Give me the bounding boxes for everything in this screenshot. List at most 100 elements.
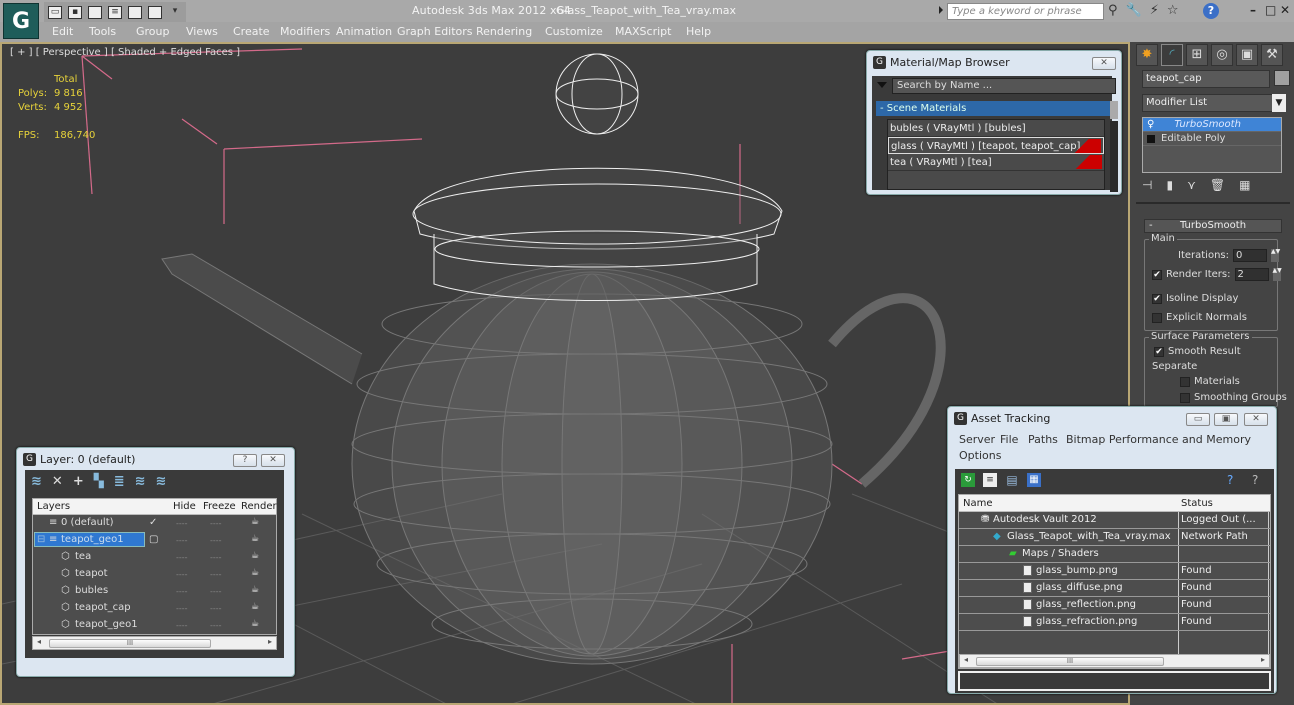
modify-tab-icon[interactable]: ◜ xyxy=(1161,44,1183,66)
save-icon[interactable]: ▪ xyxy=(68,5,82,19)
column-header-render[interactable]: Render xyxy=(241,501,277,512)
isoline-display-checkbox[interactable]: ✔ xyxy=(1152,293,1162,304)
delete-layer-icon[interactable]: ✕ xyxy=(52,474,63,489)
freeze-toggle[interactable]: ---- xyxy=(210,587,222,596)
select-objects-icon[interactable]: ▚ xyxy=(94,474,104,489)
scroll-right-icon[interactable]: ▸ xyxy=(268,637,272,646)
hide-toggle[interactable]: ---- xyxy=(176,570,188,579)
motion-tab-icon[interactable]: ◎ xyxy=(1211,44,1233,66)
minimize-button[interactable]: ▭ xyxy=(1186,413,1210,426)
render-teapot-icon[interactable]: ☕ xyxy=(251,585,259,595)
wrench-icon[interactable]: 🔧 xyxy=(1126,3,1142,18)
close-button[interactable]: ✕ xyxy=(1092,57,1116,70)
close-button[interactable]: ✕ xyxy=(1280,3,1290,17)
menu-file[interactable]: File xyxy=(1000,433,1018,446)
asset-row[interactable]: ⛃ Autodesk Vault 2012 Logged Out (... xyxy=(959,512,1270,529)
hide-toggle[interactable]: ---- xyxy=(176,519,188,528)
smooth-result-checkbox[interactable]: ✔ xyxy=(1154,346,1164,357)
freeze-toggle[interactable]: ---- xyxy=(210,536,222,545)
column-header-hide[interactable]: Hide xyxy=(173,501,196,512)
object-row[interactable]: ⬡ tea ---- ---- ☕ xyxy=(33,549,276,566)
scrollbar-thumb[interactable] xyxy=(1110,101,1118,119)
maximize-button[interactable]: □ xyxy=(1265,3,1276,17)
column-header-freeze[interactable]: Freeze xyxy=(203,501,236,512)
freeze-toggle[interactable]: ---- xyxy=(210,621,222,630)
maximize-button[interactable]: ▣ xyxy=(1214,413,1238,426)
horizontal-scrollbar[interactable]: ◂ III ▸ xyxy=(959,654,1270,668)
material-item[interactable]: tea ( VRayMtl ) [tea] xyxy=(888,154,1104,171)
menu-animation[interactable]: Animation xyxy=(336,25,392,38)
fetch-icon[interactable] xyxy=(148,5,162,19)
hide-toggle[interactable]: ---- xyxy=(176,621,188,630)
freeze-all-icon[interactable]: ≋ xyxy=(156,474,167,489)
object-row[interactable]: ⬡ teapot ---- ---- ☕ xyxy=(33,566,276,583)
create-layer-icon[interactable]: ≋ xyxy=(31,474,42,489)
stack-item-turbosmooth[interactable]: ♀ TurboSmooth xyxy=(1143,118,1281,132)
render-teapot-icon[interactable]: ☕ xyxy=(251,517,259,527)
tree-view-icon[interactable]: ▤ xyxy=(1005,473,1019,487)
hold-icon[interactable] xyxy=(128,5,142,19)
modifier-list-dropdown[interactable]: Modifier List xyxy=(1142,94,1282,112)
viewport-label[interactable]: [ + ] [ Perspective ] [ Shaded + Edged F… xyxy=(10,47,240,58)
collapse-icon[interactable]: ⊟ xyxy=(37,534,45,545)
qat-dropdown-icon[interactable]: ▾ xyxy=(168,6,182,19)
make-unique-icon[interactable]: ⋎ xyxy=(1187,178,1196,192)
render-teapot-icon[interactable]: ☕ xyxy=(251,534,259,544)
freeze-toggle[interactable]: ---- xyxy=(210,570,222,579)
context-help-icon[interactable]: ? xyxy=(1252,473,1258,487)
pin-stack-icon[interactable]: ⊣ xyxy=(1142,178,1152,192)
freeze-toggle[interactable]: ---- xyxy=(210,604,222,613)
object-row[interactable]: ⬡ bubles ---- ---- ☕ xyxy=(33,583,276,600)
search-input[interactable]: Type a keyword or phrase xyxy=(947,3,1104,20)
object-color-swatch[interactable] xyxy=(1274,70,1290,86)
render-teapot-icon[interactable]: ☕ xyxy=(251,568,259,578)
add-to-layer-icon[interactable]: + xyxy=(73,474,84,489)
menu-maxscript[interactable]: MAXScript xyxy=(615,25,671,38)
refresh-icon[interactable]: ↻ xyxy=(961,473,975,487)
search-by-name-input[interactable]: Search by Name ... xyxy=(892,78,1116,94)
freeze-toggle[interactable]: ---- xyxy=(210,553,222,562)
minimize-button[interactable]: – xyxy=(1250,3,1256,17)
menu-graph-editors[interactable]: Graph Editors xyxy=(397,25,473,38)
menu-help[interactable]: Help xyxy=(686,25,711,38)
close-button[interactable]: ✕ xyxy=(261,454,285,467)
menu-edit[interactable]: Edit xyxy=(52,25,73,38)
hide-toggle[interactable]: ---- xyxy=(176,604,188,613)
create-tab-icon[interactable]: ✸ xyxy=(1136,44,1158,66)
show-end-result-icon[interactable]: ▮ xyxy=(1166,178,1173,192)
search-expand-icon[interactable] xyxy=(939,6,943,14)
menu-paths[interactable]: Paths xyxy=(1028,433,1058,446)
explicit-normals-checkbox[interactable] xyxy=(1152,312,1162,323)
help-button[interactable]: ? xyxy=(233,454,257,467)
open-file-icon[interactable]: ▭ xyxy=(48,5,62,19)
menu-bitmap-performance[interactable]: Bitmap Performance and Memory xyxy=(1066,433,1251,446)
table-view-icon[interactable]: ▦ xyxy=(1027,473,1041,487)
help-icon[interactable]: ? xyxy=(1227,473,1233,487)
menu-options[interactable]: Options xyxy=(959,449,1001,462)
iterations-input[interactable]: 0 xyxy=(1233,249,1267,262)
close-button[interactable]: ✕ xyxy=(1244,413,1268,426)
configure-modifier-sets-icon[interactable]: ▦ xyxy=(1239,178,1250,192)
chevron-down-icon[interactable]: ▼ xyxy=(1272,94,1286,112)
scrollbar-thumb[interactable]: III xyxy=(976,657,1164,666)
scroll-right-icon[interactable]: ▸ xyxy=(1261,655,1265,664)
render-iters-spinner[interactable]: ▲▼ xyxy=(1272,268,1282,281)
smoothing-groups-checkbox[interactable] xyxy=(1180,392,1190,403)
active-layer-box-icon[interactable]: ▢ xyxy=(149,534,158,545)
binoculars-icon[interactable]: ⚲ xyxy=(1108,3,1118,18)
asset-row[interactable]: ▰ Maps / Shaders xyxy=(959,546,1270,563)
favorites-star-icon[interactable]: ☆ xyxy=(1167,3,1179,18)
object-row[interactable]: ⬡ teapot_geo1 ---- ---- ☕ xyxy=(33,617,276,634)
menu-tools[interactable]: Tools xyxy=(89,25,116,38)
iterations-spinner[interactable]: ▲▼ xyxy=(1271,249,1280,262)
materials-checkbox[interactable] xyxy=(1180,376,1190,387)
menu-server[interactable]: Server xyxy=(959,433,995,446)
column-header-layers[interactable]: Layers xyxy=(37,501,70,512)
remove-modifier-icon[interactable]: 🗑 xyxy=(1210,178,1225,192)
menu-create[interactable]: Create xyxy=(233,25,270,38)
hide-toggle[interactable]: ---- xyxy=(176,587,188,596)
app-menu-button[interactable]: G xyxy=(3,3,39,39)
vertical-scrollbar[interactable] xyxy=(1110,121,1118,192)
display-tab-icon[interactable]: ▣ xyxy=(1236,44,1258,66)
expand-plus-icon[interactable] xyxy=(1147,134,1155,143)
